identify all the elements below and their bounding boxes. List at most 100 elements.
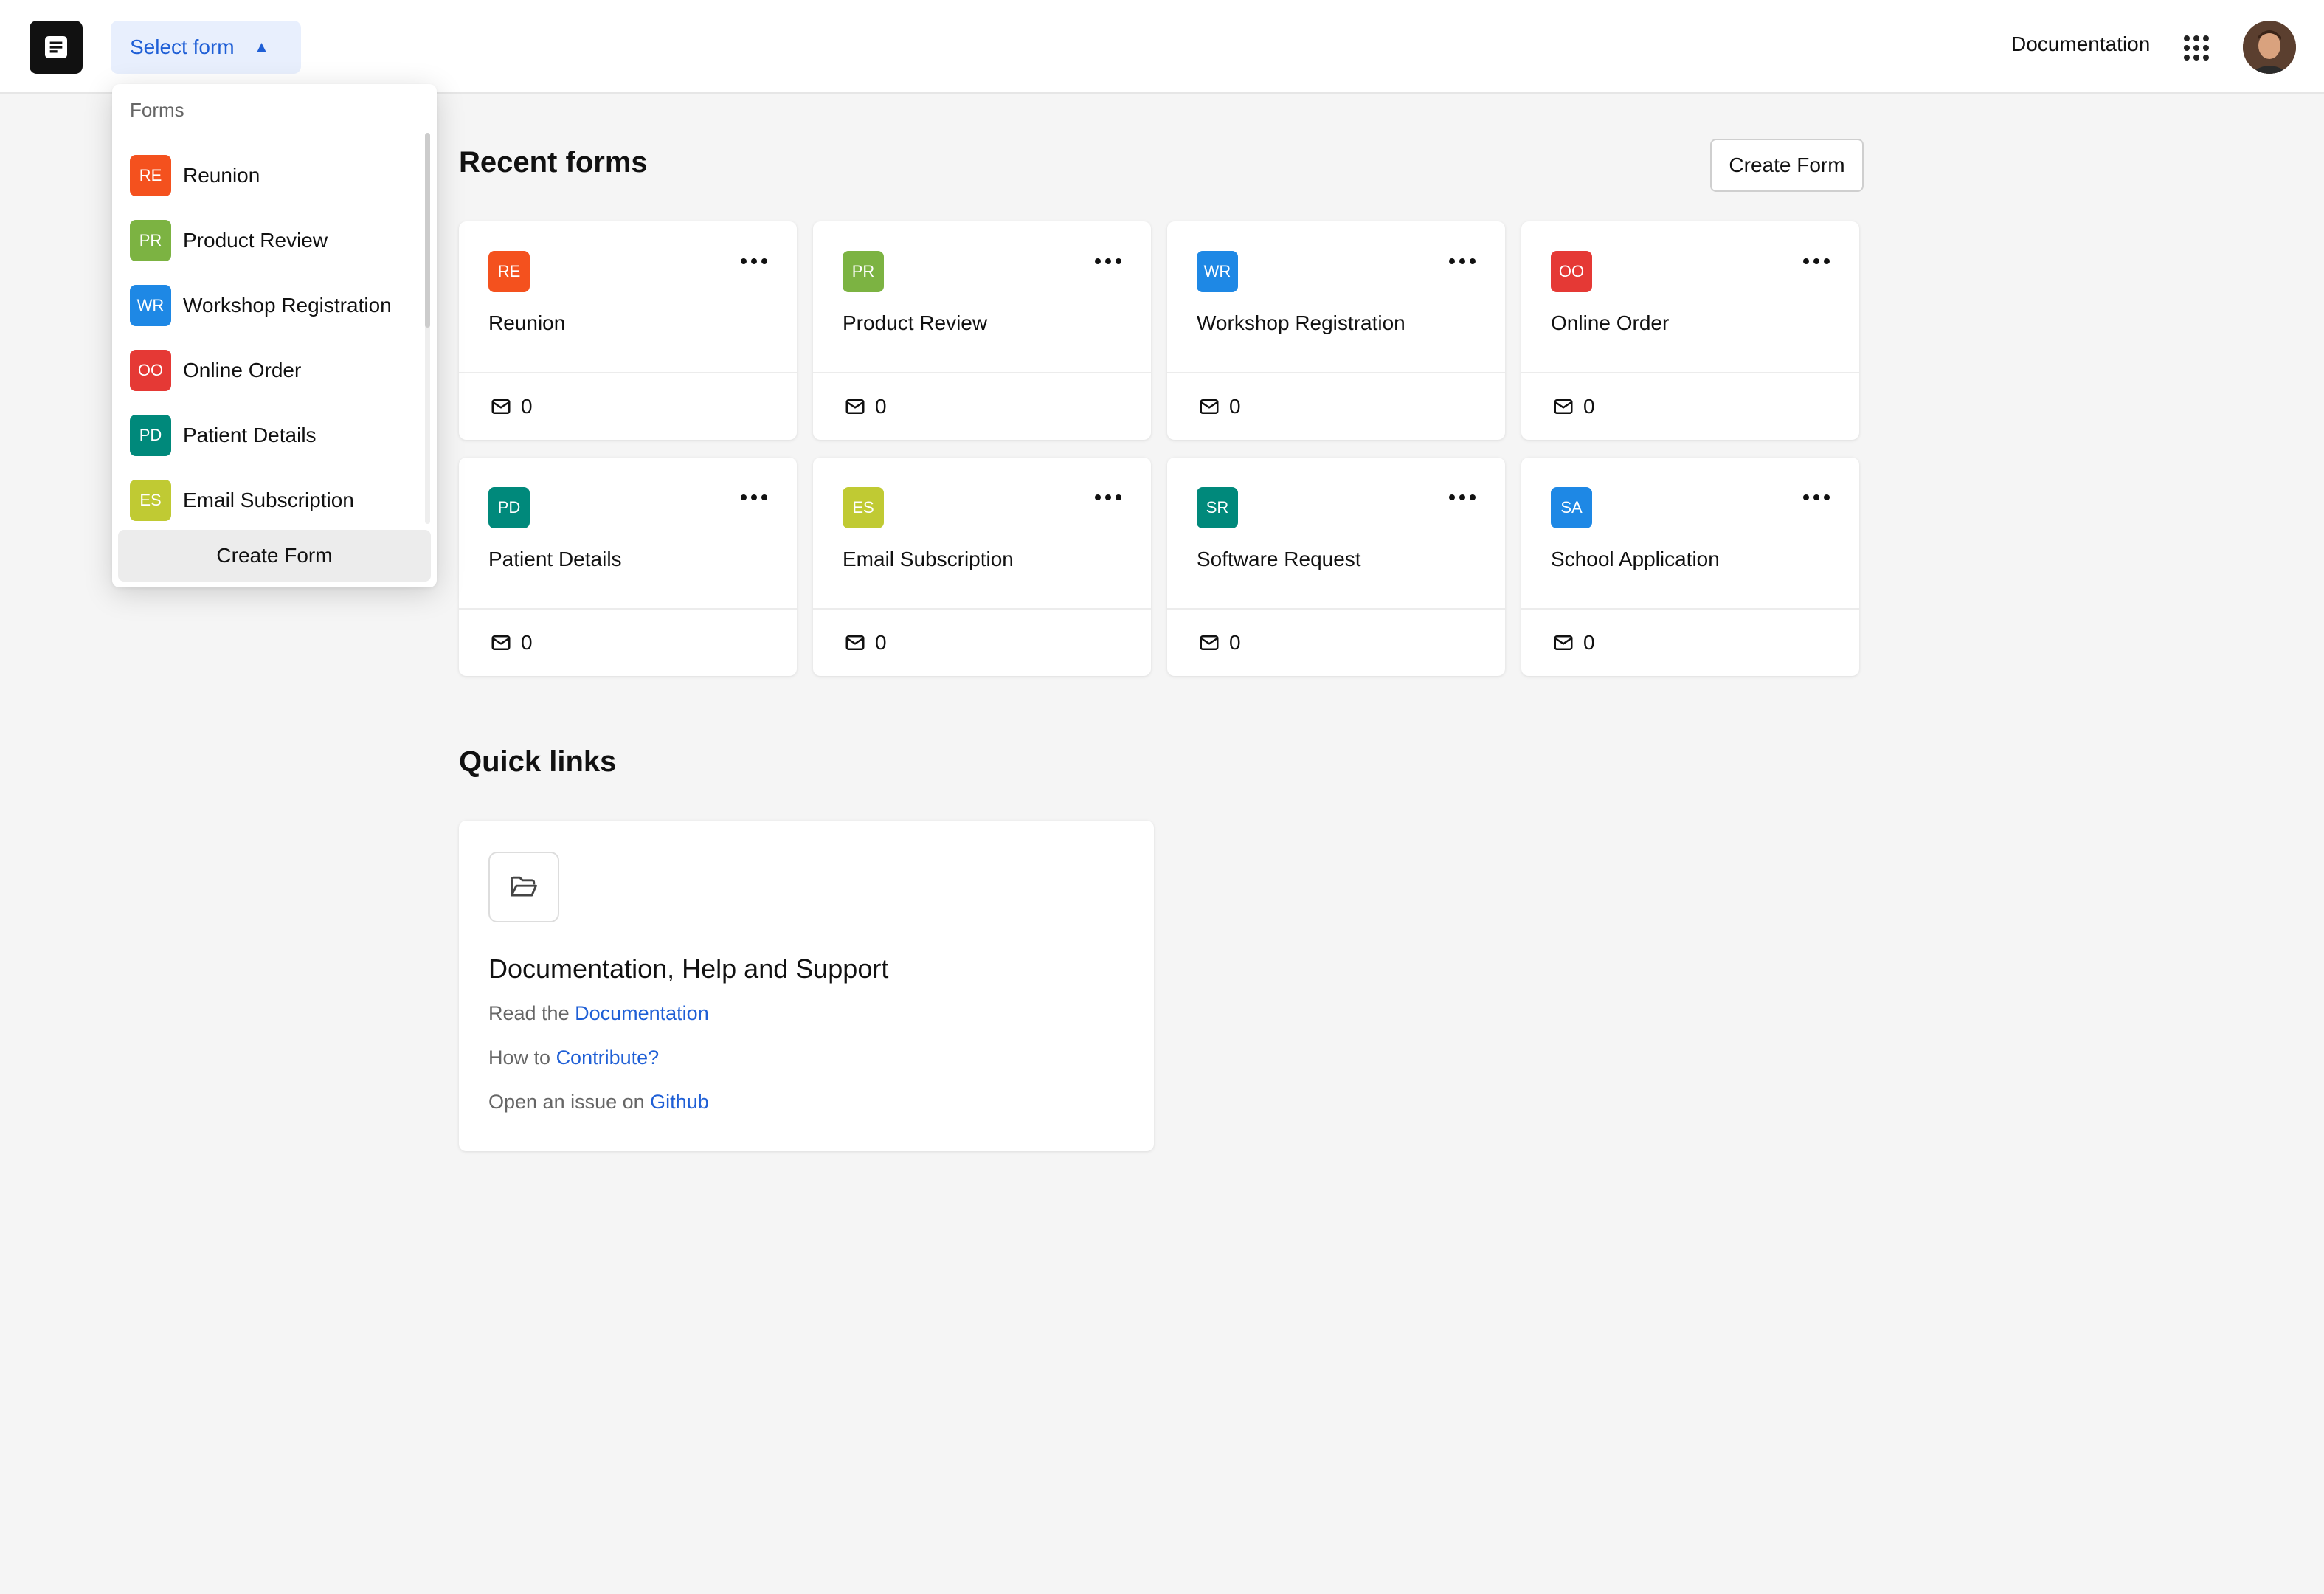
- quick-line-github: Open an issue on Github: [488, 1091, 709, 1114]
- response-count: 0: [875, 631, 887, 654]
- dropdown-item-label: Reunion: [183, 164, 260, 187]
- mail-icon: [1200, 399, 1219, 414]
- form-card-footer: 0: [1167, 608, 1505, 676]
- form-card-footer: 0: [813, 372, 1151, 440]
- form-initials-badge: RE: [130, 155, 171, 196]
- recent-forms-title: Recent forms: [459, 146, 648, 179]
- form-card[interactable]: OO Online Order 0: [1521, 221, 1859, 440]
- form-initials-badge: ES: [130, 480, 171, 521]
- dropdown-item-label: Email Subscription: [183, 489, 354, 511]
- mail-icon: [1200, 635, 1219, 650]
- dropdown-item[interactable]: WR Workshop Registration: [130, 273, 410, 338]
- more-options-icon[interactable]: [1095, 257, 1121, 266]
- form-initials-badge: PR: [130, 220, 171, 261]
- dropdown-item[interactable]: ES Email Subscription: [130, 468, 410, 533]
- documentation-quick-link[interactable]: Documentation: [575, 1002, 709, 1024]
- dropdown-item-label: Patient Details: [183, 424, 317, 446]
- dropdown-item-label: Workshop Registration: [183, 294, 392, 317]
- more-options-icon[interactable]: [1803, 493, 1830, 502]
- github-quick-link[interactable]: Github: [650, 1091, 709, 1113]
- dropdown-create-form-button[interactable]: Create Form: [118, 530, 431, 582]
- select-form-label: Select form: [130, 35, 235, 58]
- form-initials-badge: WR: [130, 285, 171, 326]
- quick-line-prefix: How to: [488, 1046, 551, 1069]
- dropdown-scrollbar[interactable]: [425, 133, 430, 524]
- scrollbar-thumb[interactable]: [425, 133, 430, 328]
- more-options-icon[interactable]: [1449, 257, 1476, 266]
- quick-line-prefix: Read the: [488, 1002, 570, 1024]
- form-card-title: Software Request: [1197, 548, 1361, 570]
- form-initials-badge: OO: [1551, 251, 1592, 292]
- form-card[interactable]: WR Workshop Registration 0: [1167, 221, 1505, 440]
- quick-card-title: Documentation, Help and Support: [488, 953, 889, 984]
- form-card-footer: 0: [459, 372, 797, 440]
- form-document-icon: [45, 36, 67, 58]
- dropdown-item[interactable]: PR Product Review: [130, 208, 410, 273]
- form-card-footer: 0: [1521, 608, 1859, 676]
- mail-icon: [491, 399, 511, 414]
- dropdown-heading: Forms: [130, 99, 184, 121]
- more-options-icon[interactable]: [1803, 257, 1830, 266]
- response-count: 0: [521, 631, 533, 654]
- form-initials-badge: PD: [488, 487, 530, 528]
- quick-line-documentation: Read the Documentation: [488, 1002, 709, 1025]
- response-count: 0: [1583, 631, 1595, 654]
- form-card-title: Workshop Registration: [1197, 311, 1405, 334]
- form-card[interactable]: SR Software Request 0: [1167, 458, 1505, 676]
- more-options-icon[interactable]: [1095, 493, 1121, 502]
- quick-links-card: Documentation, Help and Support Read the…: [459, 821, 1154, 1151]
- caret-up-icon: ▲: [253, 38, 270, 56]
- form-initials-badge: SA: [1551, 487, 1592, 528]
- response-count: 0: [1229, 395, 1241, 418]
- folder-open-icon: [511, 876, 537, 897]
- form-card[interactable]: PD Patient Details 0: [459, 458, 797, 676]
- response-count: 0: [875, 395, 887, 418]
- form-card-footer: 0: [459, 608, 797, 676]
- form-card[interactable]: SA School Application 0: [1521, 458, 1859, 676]
- folder-icon-box: [488, 852, 559, 922]
- mail-icon: [1554, 635, 1573, 650]
- form-card-title: Email Subscription: [843, 548, 1014, 570]
- form-card-title: Product Review: [843, 311, 988, 334]
- dropdown-form-list: RE Reunion PR Product Review WR Workshop Regi…: [130, 143, 410, 533]
- form-card[interactable]: ES Email Subscription 0: [813, 458, 1151, 676]
- avatar-image: [2243, 21, 2296, 74]
- more-options-icon[interactable]: [741, 257, 767, 266]
- response-count: 0: [1583, 395, 1595, 418]
- quick-line-prefix: Open an issue on: [488, 1091, 645, 1113]
- documentation-link[interactable]: Documentation: [2011, 32, 2150, 56]
- response-count: 0: [1229, 631, 1241, 654]
- form-card-title: Reunion: [488, 311, 566, 334]
- dropdown-item[interactable]: PD Patient Details: [130, 403, 410, 468]
- contribute-quick-link[interactable]: Contribute?: [556, 1046, 660, 1069]
- quick-links-title: Quick links: [459, 745, 617, 778]
- more-options-icon[interactable]: [1449, 493, 1476, 502]
- mail-icon: [491, 635, 511, 650]
- form-card[interactable]: RE Reunion 0: [459, 221, 797, 440]
- quick-line-contribute: How to Contribute?: [488, 1046, 659, 1069]
- create-form-button[interactable]: Create Form: [1710, 139, 1864, 192]
- form-initials-badge: RE: [488, 251, 530, 292]
- form-card-footer: 0: [813, 608, 1151, 676]
- form-initials-badge: ES: [843, 487, 884, 528]
- response-count: 0: [521, 395, 533, 418]
- form-initials-badge: SR: [1197, 487, 1238, 528]
- form-card-footer: 0: [1167, 372, 1505, 440]
- mail-icon: [845, 635, 865, 650]
- form-card[interactable]: PR Product Review 0: [813, 221, 1151, 440]
- form-card-footer: 0: [1521, 372, 1859, 440]
- dropdown-item[interactable]: OO Online Order: [130, 338, 410, 403]
- form-initials-badge: PR: [843, 251, 884, 292]
- app-logo[interactable]: [30, 21, 83, 74]
- apps-grid-icon[interactable]: [2184, 35, 2209, 61]
- form-card-title: Patient Details: [488, 548, 622, 570]
- dropdown-item-label: Online Order: [183, 359, 302, 382]
- form-card-title: School Application: [1551, 548, 1720, 570]
- dropdown-item[interactable]: RE Reunion: [130, 143, 410, 208]
- avatar[interactable]: [2243, 21, 2296, 74]
- mail-icon: [1554, 399, 1573, 414]
- form-card-title: Online Order: [1551, 311, 1670, 334]
- more-options-icon[interactable]: [741, 493, 767, 502]
- top-bar: Select form ▲ Documentation: [0, 0, 2324, 94]
- select-form-button[interactable]: Select form ▲: [111, 21, 301, 74]
